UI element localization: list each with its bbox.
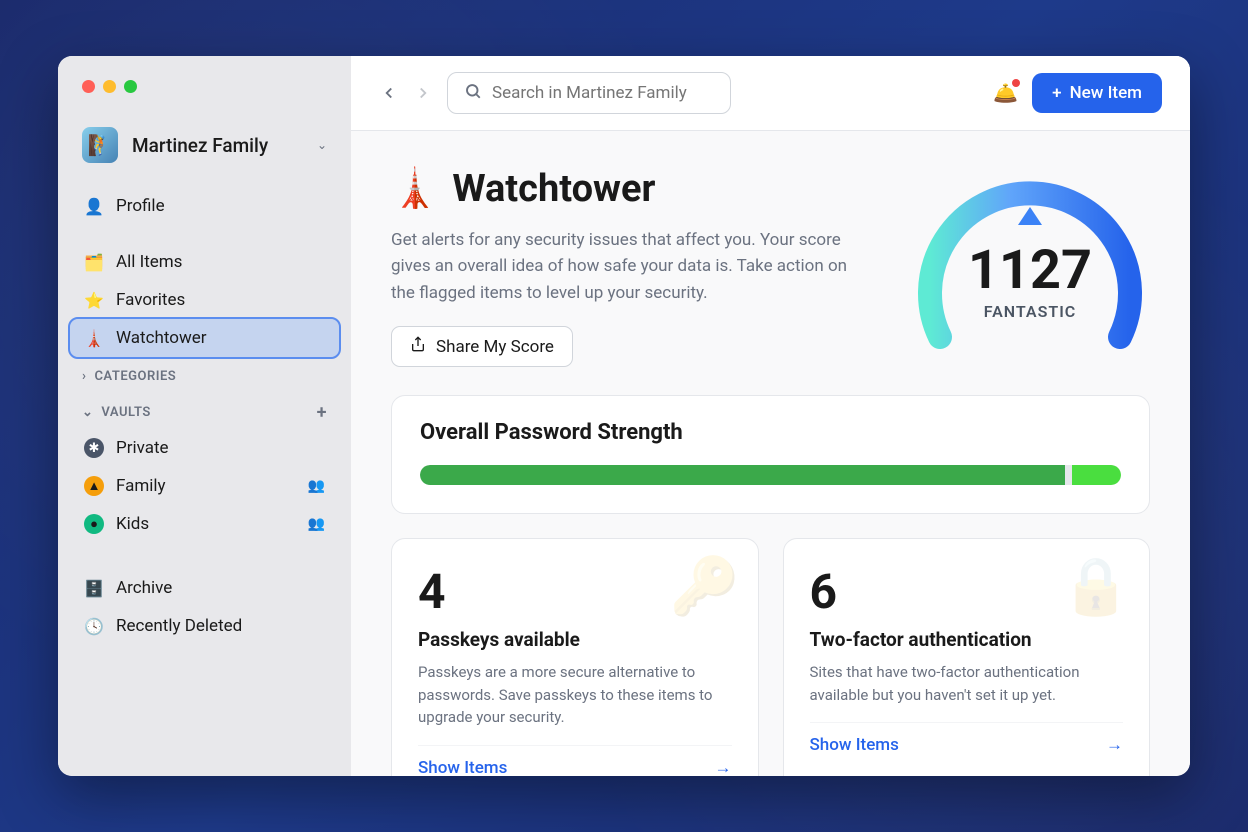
card-title: Passkeys available: [418, 628, 732, 651]
strength-title: Overall Password Strength: [420, 420, 1121, 445]
nav-label: All Items: [116, 252, 182, 272]
vault-label: Family: [116, 476, 166, 496]
vault-icon: ●: [84, 514, 104, 534]
card-description: Passkeys are a more secure alternative t…: [418, 661, 732, 729]
nav-watchtower[interactable]: 🗼 Watchtower: [70, 319, 339, 357]
passkey-icon: 🔑: [670, 553, 740, 619]
link-label: Show Items: [418, 758, 507, 776]
nav-favorites[interactable]: ⭐ Favorites: [70, 281, 339, 319]
sidebar: 🧗 Martinez Family ⌄ 👤 Profile 🗂️ All Ite…: [58, 56, 351, 776]
search-icon: [464, 82, 482, 104]
content-area: 🗼 Watchtower Get alerts for any security…: [351, 131, 1190, 776]
password-strength-card: Overall Password Strength: [391, 395, 1150, 514]
arrow-right-icon: →: [715, 758, 732, 776]
new-item-button[interactable]: + New Item: [1032, 73, 1162, 113]
watchtower-hero: 🗼 Watchtower Get alerts for any security…: [391, 167, 1150, 367]
share-label: Share My Score: [436, 337, 554, 357]
chevron-down-icon: ⌄: [317, 138, 327, 152]
profile-icon: 👤: [84, 196, 104, 216]
share-icon: [410, 336, 426, 357]
alert-cards: 🔑 4 Passkeys available Passkeys are a mo…: [391, 538, 1150, 776]
card-description: Sites that have two-factor authenticatio…: [810, 661, 1124, 706]
shared-icon: 👥: [308, 478, 325, 494]
star-icon: ⭐: [84, 290, 104, 310]
archive-icon: 🗄️: [84, 578, 104, 598]
chevron-down-icon: ⌄: [82, 405, 93, 420]
passkeys-card: 🔑 4 Passkeys available Passkeys are a mo…: [391, 538, 759, 776]
vaults-header[interactable]: ⌄ VAULTS +: [58, 390, 351, 429]
forward-button[interactable]: [413, 83, 433, 103]
primary-nav: 👤 Profile 🗂️ All Items ⭐ Favorites 🗼 Wat…: [58, 187, 351, 357]
section-label: CATEGORIES: [94, 369, 176, 384]
strength-bar: [420, 465, 1121, 485]
nav-label: Recently Deleted: [116, 616, 242, 636]
nav-all-items[interactable]: 🗂️ All Items: [70, 243, 339, 281]
minimize-window-button[interactable]: [103, 80, 116, 93]
search-field[interactable]: [447, 72, 731, 114]
back-button[interactable]: [379, 83, 399, 103]
app-window: 🧗 Martinez Family ⌄ 👤 Profile 🗂️ All Ite…: [58, 56, 1190, 776]
security-score-gauge: 1127 FANTASTIC: [910, 167, 1150, 367]
nav-label: Watchtower: [116, 328, 207, 348]
account-name: Martinez Family: [132, 134, 303, 157]
nav-label: Archive: [116, 578, 172, 598]
card-title: Two-factor authentication: [810, 628, 1124, 651]
account-avatar: 🧗: [82, 127, 118, 163]
vault-kids[interactable]: ● Kids 👥: [58, 505, 351, 543]
categories-header[interactable]: › CATEGORIES: [58, 357, 351, 390]
twofa-card: 🔒 6 Two-factor authentication Sites that…: [783, 538, 1151, 776]
all-items-icon: 🗂️: [84, 252, 104, 272]
strength-segment-strong: [420, 465, 1065, 485]
main-panel: 🛎️ + New Item 🗼 Watchtower Get alerts fo…: [351, 56, 1190, 776]
chevron-right-icon: ›: [82, 369, 86, 384]
add-vault-button[interactable]: +: [317, 402, 327, 423]
page-description: Get alerts for any security issues that …: [391, 227, 870, 306]
vault-label: Private: [116, 438, 169, 458]
vault-icon: ▲: [84, 476, 104, 496]
account-switcher[interactable]: 🧗 Martinez Family ⌄: [58, 115, 351, 187]
page-title: 🗼 Watchtower: [391, 167, 870, 211]
notifications-button[interactable]: 🛎️: [993, 81, 1018, 105]
shared-icon: 👥: [308, 516, 325, 532]
trash-icon: 🕓: [84, 616, 104, 636]
window-controls: [58, 80, 351, 115]
maximize-window-button[interactable]: [124, 80, 137, 93]
close-window-button[interactable]: [82, 80, 95, 93]
search-input[interactable]: [492, 83, 714, 103]
nav-label: Favorites: [116, 290, 185, 310]
nav-recently-deleted[interactable]: 🕓 Recently Deleted: [70, 607, 339, 645]
show-twofa-link[interactable]: Show Items →: [810, 722, 1124, 755]
toolbar: 🛎️ + New Item: [351, 56, 1190, 131]
new-item-label: New Item: [1070, 83, 1142, 103]
arrow-right-icon: →: [1106, 735, 1123, 755]
plus-icon: +: [1052, 83, 1061, 103]
vault-family[interactable]: ▲ Family 👥: [58, 467, 351, 505]
vault-label: Kids: [116, 514, 149, 534]
lock-icon: 🔒: [1061, 553, 1131, 619]
share-score-button[interactable]: Share My Score: [391, 326, 573, 367]
show-passkeys-link[interactable]: Show Items →: [418, 745, 732, 776]
nav-archive[interactable]: 🗄️ Archive: [70, 569, 339, 607]
nav-profile[interactable]: 👤 Profile: [70, 187, 339, 225]
nav-label: Profile: [116, 196, 165, 216]
tower-icon: 🗼: [84, 328, 104, 348]
link-label: Show Items: [810, 735, 899, 755]
vault-private[interactable]: ✱ Private: [58, 429, 351, 467]
section-label: VAULTS: [101, 405, 150, 420]
strength-segment-good: [1072, 465, 1121, 485]
vault-icon: ✱: [84, 438, 104, 458]
gauge-pointer-icon: [1018, 207, 1042, 225]
tower-icon: 🗼: [391, 167, 438, 211]
